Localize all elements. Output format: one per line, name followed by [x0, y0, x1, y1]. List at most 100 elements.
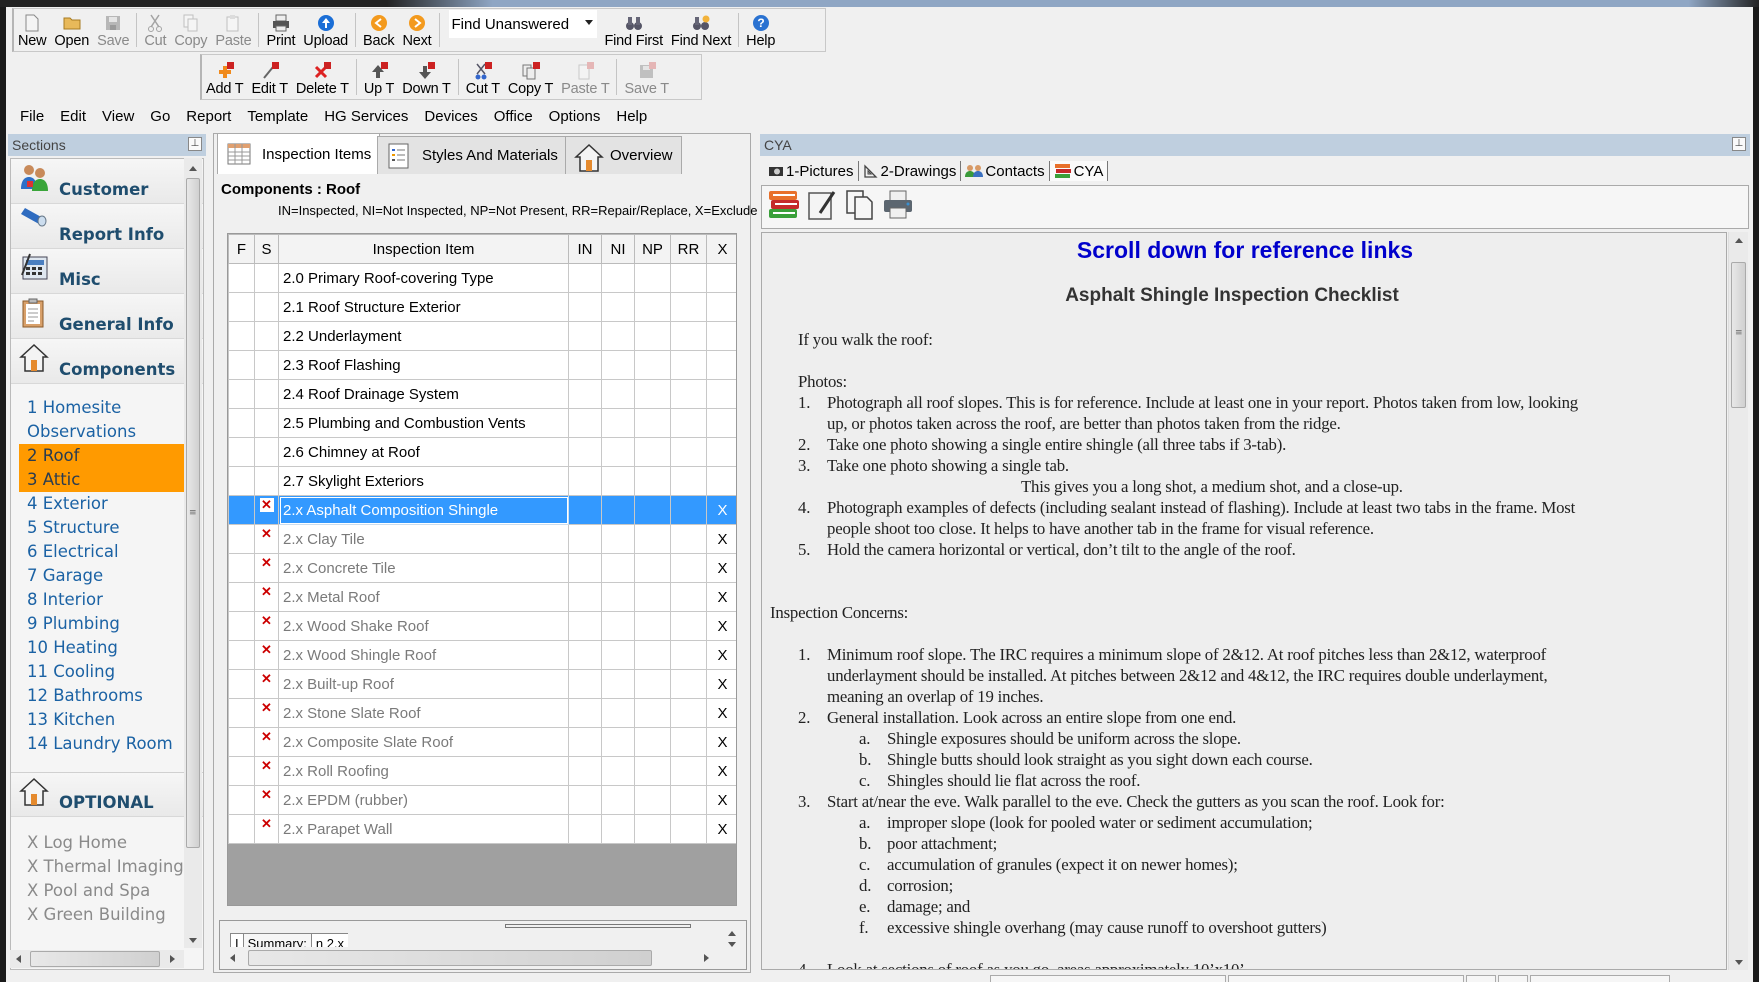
np-cell[interactable]	[634, 756, 671, 786]
column-header[interactable]: S	[254, 234, 279, 264]
edit-t-template-button[interactable]: Edit T	[247, 55, 291, 99]
flag-cell[interactable]	[228, 640, 255, 670]
component-item[interactable]: 10 Heating	[19, 636, 201, 660]
status-cell[interactable]: ✕	[254, 756, 279, 786]
back-button[interactable]: Back	[359, 9, 398, 51]
flag-cell[interactable]	[228, 437, 255, 467]
flag-cell[interactable]	[228, 698, 255, 728]
section-customer[interactable]: Customer	[11, 159, 203, 204]
flag-cell[interactable]	[228, 292, 255, 322]
table-row[interactable]: ✕ 2.x Clay Tile X	[228, 524, 736, 554]
new-button[interactable]: New	[14, 9, 50, 51]
table-row[interactable]: 2.4 Roof Drainage System	[228, 379, 736, 409]
table-row[interactable]: ✕ 2.x Composite Slate Roof X	[228, 727, 736, 757]
open-button[interactable]: Open	[50, 9, 93, 51]
scroll-up-arrow-icon[interactable]	[728, 931, 736, 936]
flag-cell[interactable]	[228, 756, 255, 786]
inspection-item-cell[interactable]: 2.x Wood Shingle Roof	[278, 640, 569, 670]
cut-t-template-button[interactable]: Cut T	[462, 55, 504, 99]
tab-cya[interactable]: CYA	[1049, 161, 1109, 181]
flag-cell[interactable]	[228, 669, 255, 699]
rr-cell[interactable]	[670, 582, 707, 612]
status-cell[interactable]: ✕	[254, 553, 279, 583]
table-row[interactable]: 2.2 Underlayment	[228, 321, 736, 351]
tab-contacts[interactable]: Contacts	[961, 161, 1050, 181]
flag-cell[interactable]	[228, 321, 255, 351]
table-row[interactable]: ✕ 2.x EPDM (rubber) X	[228, 785, 736, 815]
find-mode-select[interactable]: Find Unanswered	[448, 10, 597, 38]
flag-cell[interactable]	[228, 350, 255, 380]
np-cell[interactable]	[634, 698, 671, 728]
in-cell[interactable]	[568, 437, 602, 467]
status-cell[interactable]: ✕	[254, 814, 279, 844]
status-cell[interactable]: ✕	[254, 640, 279, 670]
scroll-up-arrow-icon[interactable]	[189, 166, 197, 171]
in-cell[interactable]	[568, 292, 602, 322]
rr-cell[interactable]	[670, 292, 707, 322]
inspection-item-cell[interactable]: 2.x Asphalt Composition Shingle	[278, 495, 569, 525]
in-cell[interactable]	[568, 611, 602, 641]
flag-cell[interactable]	[228, 466, 255, 496]
scroll-up-arrow-icon[interactable]	[1735, 238, 1743, 243]
rr-cell[interactable]	[670, 640, 707, 670]
flag-cell[interactable]	[228, 263, 255, 293]
component-item[interactable]: 14 Laundry Room	[19, 732, 201, 756]
in-cell[interactable]	[568, 669, 602, 699]
inspection-item-cell[interactable]: 2.4 Roof Drainage System	[278, 379, 569, 409]
menu-report[interactable]: Report	[178, 108, 239, 125]
table-row[interactable]: ✕ 2.x Wood Shake Roof X	[228, 611, 736, 641]
scroll-down-arrow-icon[interactable]	[728, 942, 736, 947]
x-cell[interactable]	[706, 437, 736, 467]
up-t-template-button[interactable]: Up T	[360, 55, 398, 99]
table-row[interactable]: 2.5 Plumbing and Combustion Vents	[228, 408, 736, 438]
save-t-template-button[interactable]: Save T	[620, 55, 672, 99]
status-cell[interactable]: ✕	[254, 611, 279, 641]
component-item[interactable]: 12 Bathrooms	[19, 684, 201, 708]
flag-cell[interactable]	[228, 814, 255, 844]
rr-cell[interactable]	[670, 785, 707, 815]
delete-t-template-button[interactable]: Delete T	[292, 55, 353, 99]
ni-cell[interactable]	[601, 379, 635, 409]
rr-cell[interactable]	[670, 466, 707, 496]
column-header[interactable]: IN	[568, 234, 602, 264]
rr-cell[interactable]	[670, 669, 707, 699]
ni-cell[interactable]	[601, 466, 635, 496]
rr-cell[interactable]	[670, 524, 707, 554]
x-cell[interactable]	[706, 408, 736, 438]
column-header[interactable]: NP	[634, 234, 671, 264]
inspection-item-cell[interactable]: 2.x Built-up Roof	[278, 669, 569, 699]
tab-1-pictures[interactable]: 1-Pictures	[764, 161, 859, 181]
ni-cell[interactable]	[601, 263, 635, 293]
paste-t-template-button[interactable]: Paste T	[557, 55, 613, 99]
tab-inspection-items[interactable]: Inspection Items	[217, 133, 381, 174]
copy-document-button[interactable]	[842, 189, 878, 225]
np-cell[interactable]	[634, 814, 671, 844]
copy-t-template-button[interactable]: Copy T	[504, 55, 557, 99]
save-button[interactable]: Save	[93, 9, 133, 51]
column-header[interactable]: F	[228, 234, 255, 264]
ni-cell[interactable]	[601, 640, 635, 670]
x-cell[interactable]	[706, 379, 736, 409]
menu-edit[interactable]: Edit	[52, 108, 94, 125]
component-item[interactable]: 5 Structure	[19, 516, 201, 540]
table-row[interactable]: 2.1 Roof Structure Exterior	[228, 292, 736, 322]
x-cell[interactable]: X	[706, 553, 736, 583]
status-cell[interactable]: ✕	[254, 524, 279, 554]
component-item[interactable]: 9 Plumbing	[19, 612, 201, 636]
scroll-left-arrow-icon[interactable]	[16, 955, 21, 963]
down-t-template-button[interactable]: Down T	[398, 55, 455, 99]
menu-hg-services[interactable]: HG Services	[316, 108, 416, 125]
inspection-item-cell[interactable]: 2.5 Plumbing and Combustion Vents	[278, 408, 569, 438]
table-row[interactable]: ✕ 2.x Roll Roofing X	[228, 756, 736, 786]
component-item[interactable]: 3 Attic	[19, 468, 201, 492]
table-row[interactable]: 2.3 Roof Flashing	[228, 350, 736, 380]
status-cell[interactable]	[254, 350, 279, 380]
optional-item[interactable]: X Green Building	[19, 903, 201, 927]
table-row[interactable]: ✕ 2.x Parapet Wall X	[228, 814, 736, 844]
scrollbar-thumb[interactable]	[248, 950, 652, 966]
section-misc[interactable]: Misc	[11, 249, 203, 294]
menu-help[interactable]: Help	[608, 108, 655, 125]
inspection-item-cell[interactable]: 2.0 Primary Roof-covering Type	[278, 263, 569, 293]
in-cell[interactable]	[568, 350, 602, 380]
inspection-item-cell[interactable]: 2.2 Underlayment	[278, 321, 569, 351]
